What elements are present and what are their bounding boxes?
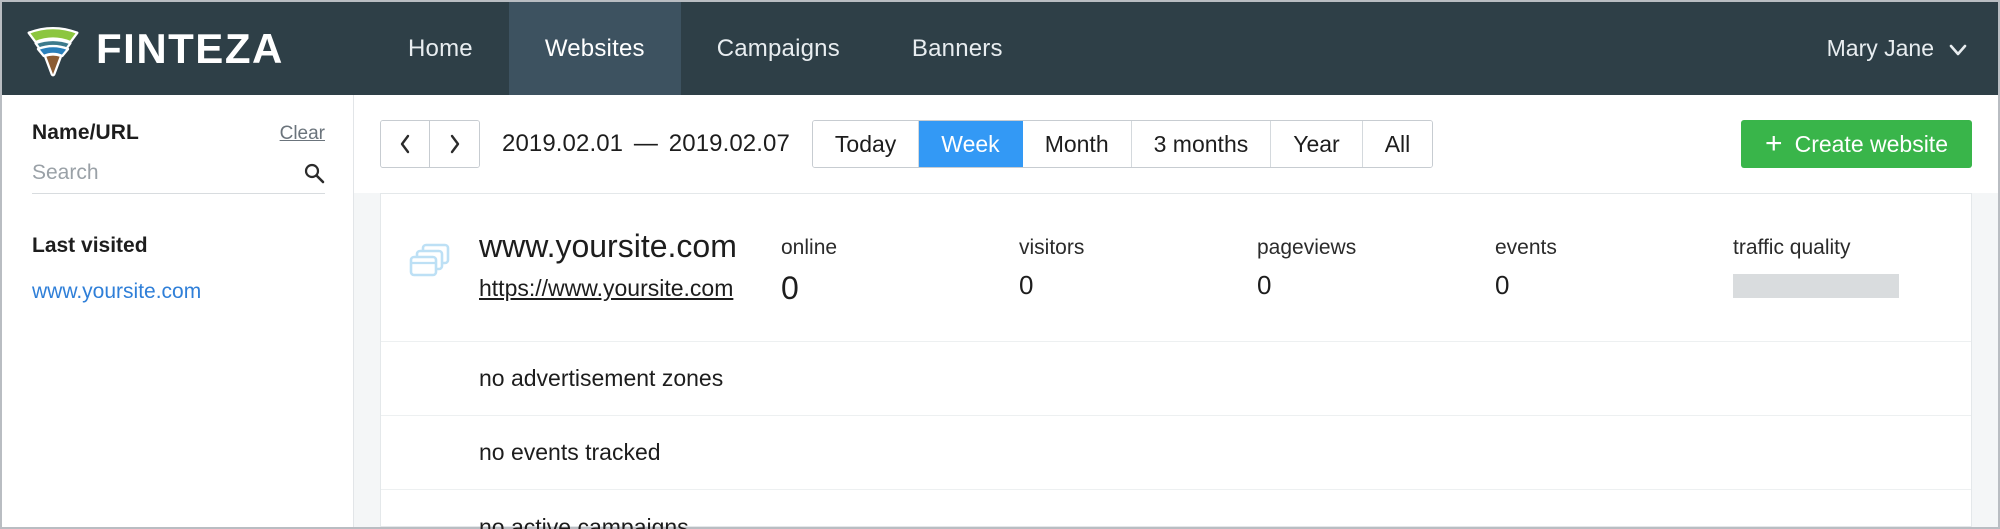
- chevron-right-icon: [450, 134, 459, 154]
- period-all[interactable]: All: [1362, 121, 1433, 167]
- sidebar: Name/URL Clear Last visited www.yoursite…: [2, 95, 354, 527]
- user-name: Mary Jane: [1826, 35, 1934, 61]
- website-summary-row: www.yoursite.com https://www.yoursite.co…: [381, 194, 1971, 342]
- empty-row-ad-zones[interactable]: no advertisement zones: [381, 342, 1971, 416]
- website-card: www.yoursite.com https://www.yoursite.co…: [380, 193, 1972, 529]
- period-year[interactable]: Year: [1271, 121, 1363, 167]
- period-week[interactable]: Week: [919, 121, 1023, 167]
- website-url-link[interactable]: https://www.yoursite.com: [479, 275, 737, 302]
- period-today[interactable]: Today: [812, 121, 920, 167]
- create-website-label: Create website: [1794, 130, 1948, 157]
- period-selector: Today Week Month 3 months Year All: [811, 120, 1434, 168]
- period-3-months[interactable]: 3 months: [1131, 121, 1272, 167]
- date-range-display[interactable]: 2019.02.01 — 2019.02.07: [502, 130, 790, 158]
- prev-period-button[interactable]: [381, 121, 430, 167]
- metric-pageviews-label: pageviews: [1257, 236, 1357, 259]
- stacked-windows-icon: [409, 242, 451, 280]
- clear-filter-link[interactable]: Clear: [280, 123, 325, 145]
- metric-visitors-value: 0: [1019, 270, 1034, 300]
- next-period-button[interactable]: [430, 121, 479, 167]
- date-range-separator: —: [633, 130, 659, 157]
- metric-online-label: online: [781, 236, 838, 259]
- filter-title: Name/URL: [32, 121, 139, 144]
- nav-item-banners[interactable]: Banners: [876, 2, 1039, 95]
- search-field-wrapper[interactable]: [32, 161, 325, 194]
- website-metrics: online 0 visitors 0 pageviews 0 events 0…: [781, 228, 1971, 307]
- last-visited-item-yoursite[interactable]: www.yoursite.com: [32, 280, 325, 304]
- period-month[interactable]: Month: [1022, 121, 1132, 167]
- empty-row-events[interactable]: no events tracked: [381, 416, 1971, 490]
- user-menu[interactable]: Mary Jane: [1827, 2, 1998, 95]
- search-input[interactable]: [32, 161, 303, 185]
- website-list-region: www.yoursite.com https://www.yoursite.co…: [354, 193, 1998, 529]
- metric-traffic-quality: traffic quality: [1733, 236, 1971, 298]
- brand-name: FINTEZA: [96, 24, 284, 72]
- metric-events-label: events: [1495, 236, 1557, 259]
- create-website-button[interactable]: + Create website: [1741, 120, 1972, 168]
- metric-visitors-label: visitors: [1019, 236, 1085, 259]
- chevron-down-icon: [1948, 39, 1968, 59]
- plus-icon: +: [1765, 127, 1783, 160]
- app-window: FINTEZA Home Websites Campaigns Banners …: [0, 0, 2000, 529]
- website-name: www.yoursite.com: [479, 228, 737, 264]
- content-area: 2019.02.01 — 2019.02.07 Today Week Month…: [354, 95, 1998, 529]
- last-visited-title: Last visited: [32, 234, 148, 257]
- traffic-quality-bar: [1733, 274, 1899, 298]
- metric-pageviews: pageviews 0: [1257, 236, 1495, 301]
- main-nav: Home Websites Campaigns Banners: [372, 2, 1039, 95]
- empty-row-campaigns[interactable]: no active campaigns: [381, 490, 1971, 529]
- brand-logo-area[interactable]: FINTEZA: [2, 2, 372, 95]
- app-body: Name/URL Clear Last visited www.yoursite…: [2, 95, 1998, 529]
- date-range-to: 2019.02.07: [668, 130, 790, 157]
- website-titles: www.yoursite.com https://www.yoursite.co…: [479, 228, 737, 302]
- date-range-from: 2019.02.01: [502, 130, 624, 157]
- metric-pageviews-value: 0: [1257, 270, 1272, 300]
- metric-online-value: 0: [781, 270, 799, 306]
- top-navigation-bar: FINTEZA Home Websites Campaigns Banners …: [2, 2, 1998, 95]
- chevron-left-icon: [400, 134, 410, 154]
- website-identity: www.yoursite.com https://www.yoursite.co…: [381, 228, 781, 302]
- metric-traffic-quality-label: traffic quality: [1733, 236, 1851, 259]
- metric-events: events 0: [1495, 236, 1733, 301]
- finteza-funnel-logo-icon: [27, 26, 79, 77]
- nav-item-websites[interactable]: Websites: [508, 2, 681, 95]
- date-toolbar: 2019.02.01 — 2019.02.07 Today Week Month…: [354, 95, 1998, 193]
- filter-header: Name/URL Clear: [32, 121, 325, 145]
- date-nav-group: [380, 120, 480, 168]
- metric-visitors: visitors 0: [1019, 236, 1257, 301]
- metric-online: online 0: [781, 236, 1019, 307]
- metric-events-value: 0: [1495, 270, 1510, 300]
- nav-item-home[interactable]: Home: [372, 2, 509, 95]
- nav-item-campaigns[interactable]: Campaigns: [681, 2, 876, 95]
- search-icon[interactable]: [303, 162, 325, 184]
